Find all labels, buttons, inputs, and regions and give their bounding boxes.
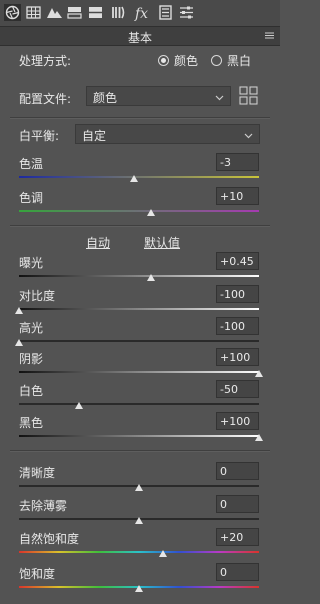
svg-text:fx: fx xyxy=(134,6,148,21)
temp-value-field[interactable]: -3 xyxy=(216,153,259,171)
blacks-label: 黑色 xyxy=(19,416,44,430)
contrast-value-field[interactable]: -100 xyxy=(216,285,259,303)
shadows-label: 阴影 xyxy=(19,352,44,366)
contrast-slider-thumb[interactable] xyxy=(15,307,23,314)
profile-label: 配置文件: xyxy=(19,92,72,106)
treatment-label: 处理方式: xyxy=(19,54,72,68)
clarity-slider-thumb[interactable] xyxy=(135,484,143,491)
divider xyxy=(10,225,270,227)
whites-slider-thumb[interactable] xyxy=(75,402,83,409)
shadows-slider-track[interactable] xyxy=(19,371,259,373)
vibrance-slider-thumb[interactable] xyxy=(159,550,167,557)
mountains-icon[interactable] xyxy=(46,4,63,21)
tint-value-field[interactable]: +10 xyxy=(216,187,259,205)
white-balance-value: 自定 xyxy=(82,129,107,143)
highlights-label: 高光 xyxy=(19,321,44,335)
treatment-color-radio[interactable] xyxy=(158,55,169,66)
clarity-value-field[interactable]: 0 xyxy=(216,462,259,480)
dehaze-slider-thumb[interactable] xyxy=(135,517,143,524)
dehaze-label: 去除薄雾 xyxy=(19,499,68,513)
divider xyxy=(10,450,270,452)
clarity-label: 清晰度 xyxy=(19,466,56,480)
highlights-slider-thumb[interactable] xyxy=(15,339,23,346)
highlights-slider-track[interactable] xyxy=(19,340,259,342)
panel-header: 基本 xyxy=(0,26,280,46)
dehaze-value-field[interactable]: 0 xyxy=(216,495,259,513)
white-balance-dropdown[interactable]: 自定 xyxy=(75,124,260,144)
panel-title: 基本 xyxy=(127,31,152,45)
vibrance-slider-track[interactable] xyxy=(19,551,259,553)
highlights-value-field[interactable]: -100 xyxy=(216,317,259,335)
aperture-icon[interactable] xyxy=(4,4,21,21)
shadows-slider-thumb[interactable] xyxy=(255,370,263,377)
exposure-slider-thumb[interactable] xyxy=(147,274,155,281)
divider xyxy=(10,117,270,119)
saturation-value-field[interactable]: 0 xyxy=(216,563,259,581)
blacks-value-field[interactable]: +100 xyxy=(216,412,259,430)
temp-slider-thumb[interactable] xyxy=(130,175,139,182)
temp-label: 色温 xyxy=(19,157,44,171)
saturation-label: 饱和度 xyxy=(19,567,56,581)
default-button[interactable]: 默认值 xyxy=(144,234,180,251)
auto-button[interactable]: 自动 xyxy=(86,234,110,251)
fx-icon[interactable]: fx xyxy=(134,4,151,21)
chevron-down-icon xyxy=(244,129,253,139)
treatment-bw-radio[interactable] xyxy=(211,55,222,66)
treatment-bw-label[interactable]: 黑白 xyxy=(227,52,251,69)
shadows-value-field[interactable]: +100 xyxy=(216,348,259,366)
contrast-slider-track[interactable] xyxy=(19,308,259,310)
exposure-value-field[interactable]: +0.45 xyxy=(216,252,259,270)
split-toning-icon[interactable] xyxy=(66,4,83,21)
chevron-down-icon xyxy=(215,91,224,101)
presets-icon[interactable] xyxy=(178,4,195,21)
temp-slider-track[interactable] xyxy=(19,176,259,178)
treatment-color-label[interactable]: 颜色 xyxy=(174,52,198,69)
profile-dropdown[interactable]: 颜色 xyxy=(86,86,231,106)
whites-label: 白色 xyxy=(19,384,44,398)
tint-label: 色调 xyxy=(19,191,44,205)
vibrance-value-field[interactable]: +20 xyxy=(216,528,259,546)
blacks-slider-track[interactable] xyxy=(19,435,259,437)
contrast-label: 对比度 xyxy=(19,289,56,303)
detail-icon[interactable] xyxy=(110,4,127,21)
grid-icon[interactable] xyxy=(25,4,42,21)
saturation-slider-thumb[interactable] xyxy=(135,585,143,592)
exposure-label: 曝光 xyxy=(19,256,44,270)
blacks-slider-thumb[interactable] xyxy=(255,434,263,441)
tint-slider-thumb[interactable] xyxy=(147,209,155,216)
profile-value: 颜色 xyxy=(93,91,118,105)
panel-menu-icon[interactable] xyxy=(264,30,275,41)
profile-browser-icon[interactable] xyxy=(239,86,258,105)
whites-slider-track[interactable] xyxy=(19,403,259,405)
hsl-icon[interactable] xyxy=(87,4,104,21)
white-balance-label: 白平衡: xyxy=(19,129,60,143)
exposure-slider-track[interactable] xyxy=(19,275,259,277)
panel-toolbar: fx xyxy=(0,0,280,26)
vibrance-label: 自然饱和度 xyxy=(19,532,80,546)
whites-value-field[interactable]: -50 xyxy=(216,380,259,398)
tint-slider-track[interactable] xyxy=(19,210,259,212)
camera-calibration-icon[interactable] xyxy=(157,4,174,21)
